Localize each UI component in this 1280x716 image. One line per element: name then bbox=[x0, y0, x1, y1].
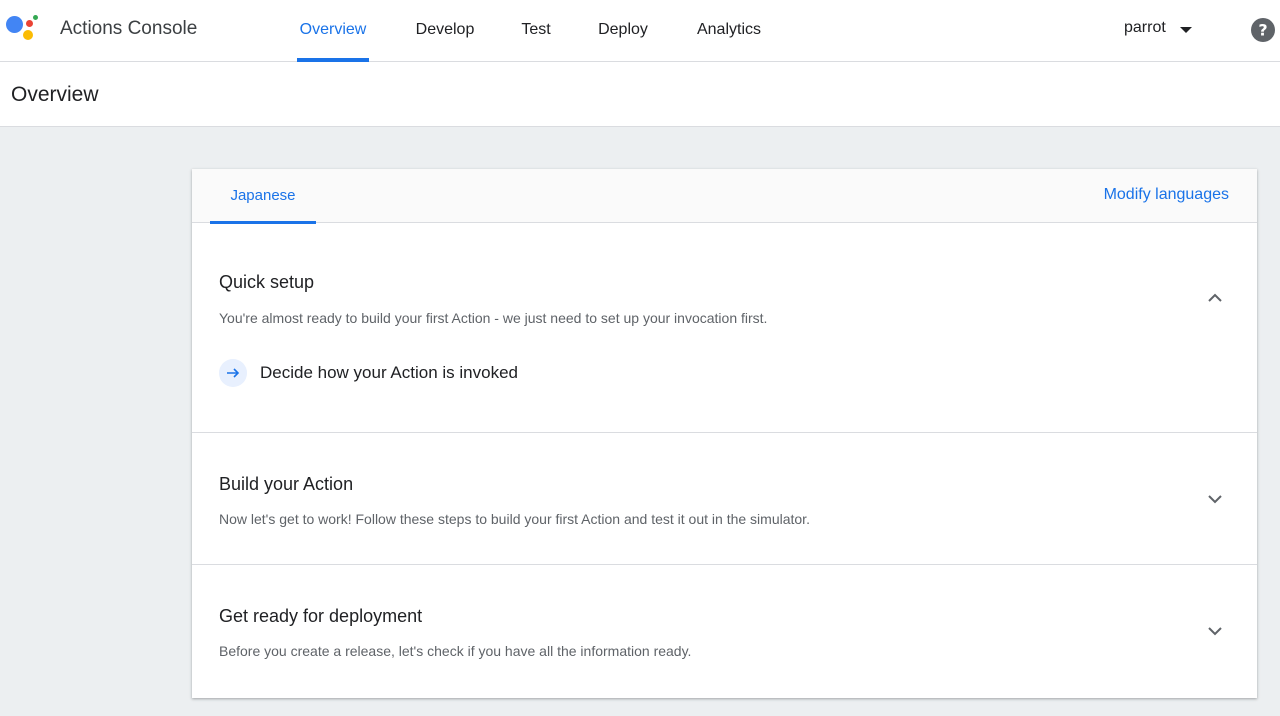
language-tabs: Japanese Modify languages bbox=[192, 169, 1257, 224]
app-title[interactable]: Actions Console bbox=[60, 18, 197, 40]
overview-card: Japanese Modify languages Quick setup Yo… bbox=[192, 169, 1257, 698]
top-navigation-bar: Actions Console Overview Develop Test De… bbox=[0, 0, 1280, 62]
section-deployment[interactable]: Get ready for deployment Before you crea… bbox=[192, 565, 1257, 698]
google-assistant-logo[interactable] bbox=[6, 14, 38, 44]
logo-dot-yellow bbox=[23, 30, 33, 40]
section-description: Now let's get to work! Follow these step… bbox=[219, 511, 810, 527]
tab-test[interactable]: Test bbox=[520, 0, 552, 62]
page-header: Overview bbox=[0, 62, 1280, 127]
logo-dot-blue bbox=[6, 16, 23, 33]
logo-dot-red bbox=[26, 20, 33, 27]
tab-language-japanese[interactable]: Japanese bbox=[210, 169, 316, 224]
section-title: Quick setup bbox=[219, 272, 315, 292]
section-title: Build your Action bbox=[219, 474, 354, 494]
section-quick-setup[interactable]: Quick setup You're almost ready to build… bbox=[192, 223, 1257, 433]
caret-down-icon[interactable] bbox=[1180, 27, 1192, 33]
section-description: You're almost ready to build your first … bbox=[219, 310, 768, 326]
tab-deploy[interactable]: Deploy bbox=[597, 0, 649, 62]
tab-overview[interactable]: Overview bbox=[297, 0, 369, 62]
section-description: Before you create a release, let's check… bbox=[219, 643, 692, 659]
help-circle-icon[interactable]: ? bbox=[1251, 18, 1275, 42]
chevron-up-icon[interactable] bbox=[1205, 288, 1225, 308]
section-build-action[interactable]: Build your Action Now let's get to work!… bbox=[192, 433, 1257, 565]
logo-dot-green bbox=[33, 15, 38, 20]
modify-languages-link[interactable]: Modify languages bbox=[1104, 186, 1229, 204]
tab-develop[interactable]: Develop bbox=[414, 0, 476, 62]
chevron-down-icon[interactable] bbox=[1205, 621, 1225, 641]
svg-text:?: ? bbox=[1258, 21, 1267, 40]
step-label: Decide how your Action is invoked bbox=[260, 363, 518, 382]
chevron-down-icon[interactable] bbox=[1205, 489, 1225, 509]
project-selector[interactable]: parrot bbox=[1124, 19, 1166, 37]
section-title: Get ready for deployment bbox=[219, 606, 423, 626]
arrow-right-icon bbox=[219, 359, 247, 387]
page-title: Overview bbox=[11, 83, 99, 106]
tab-analytics[interactable]: Analytics bbox=[694, 0, 764, 62]
